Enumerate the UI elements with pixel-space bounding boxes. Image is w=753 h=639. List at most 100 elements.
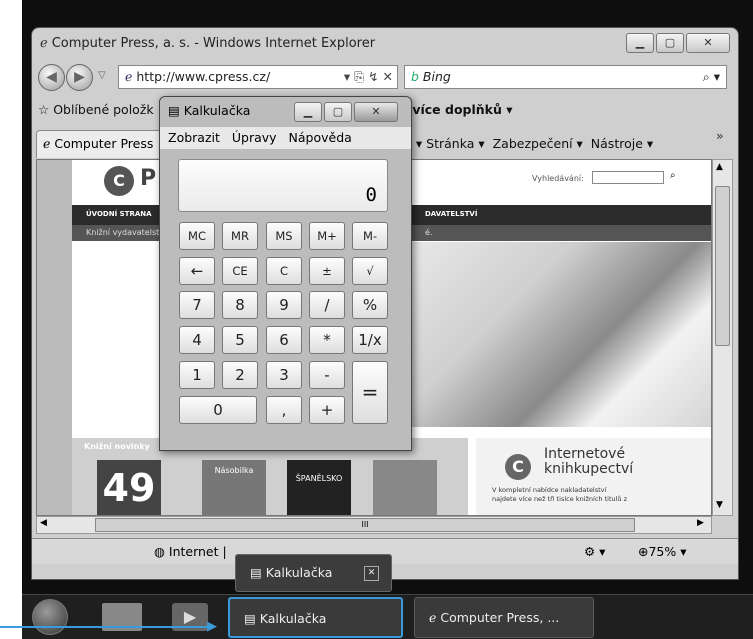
book-cover-3[interactable]: ŠPANĚLSKO [287,460,351,515]
cpress-logo-icon: C [104,166,134,196]
key-m-minus[interactable]: M- [352,222,388,250]
scroll-right-icon[interactable]: ▶ [697,518,704,528]
tools-menu[interactable]: Nástroje ▾ [591,136,653,151]
key-m-plus[interactable]: M+ [309,222,345,250]
protected-mode-icon[interactable]: ⚙ ▾ [584,544,605,559]
key-7[interactable]: 7 [179,291,215,319]
taskbar-calculator-button[interactable]: ▤ Kalkulačka [228,597,403,638]
maximize-button[interactable]: ▢ [656,33,684,53]
menu-help[interactable]: Nápověda [289,130,352,145]
calculator-title: Kalkulačka [183,103,251,118]
key-multiply[interactable]: * [309,326,345,354]
site-search-label: Vyhledávání: [532,174,584,183]
key-3[interactable]: 3 [266,361,302,389]
site-search-input[interactable] [592,171,664,184]
shop-logo-icon: C [505,454,531,480]
zoom-control[interactable]: ⊕75% ▾ [638,544,687,559]
key-1[interactable]: 1 [179,361,215,389]
history-dropdown-icon[interactable]: ▽ [98,70,106,81]
key-backspace[interactable]: ← [179,257,215,285]
browser-tab[interactable]: ℯ Computer Press [36,130,166,158]
command-bar: ⌂ ▾ Stránka ▾ Zabezpečení ▾ Nástroje ▾ [404,136,653,151]
key-0[interactable]: 0 [179,396,257,424]
safety-menu[interactable]: Zabezpečení ▾ [493,136,583,151]
search-box[interactable]: b Bing ⌕ ▾ [404,65,727,89]
key-c[interactable]: C [266,257,302,285]
key-minus[interactable]: - [309,361,345,389]
key-ce[interactable]: CE [222,257,258,285]
key-plus[interactable]: + [309,396,345,424]
key-percent[interactable]: % [352,291,388,319]
page-icon: ℯ [125,69,137,84]
key-9[interactable]: 9 [266,291,302,319]
book-cover-4[interactable] [373,460,437,515]
calc-maximize-button[interactable]: ▢ [324,102,352,122]
thumb-close-icon[interactable]: ✕ [364,566,379,581]
internet-zone: ◍ Internet | [154,544,227,559]
key-decimal[interactable]: , [266,396,302,424]
key-5[interactable]: 5 [222,326,258,354]
nav-home[interactable]: ÚVODNÍ STRANA [86,210,152,218]
taskbar-calc-icon: ▤ [244,611,260,626]
search-icon[interactable]: ⌕ ▾ [703,66,726,88]
scroll-up-icon[interactable]: ▲ [716,162,723,172]
callout-arrow-icon: ▶ [207,619,217,634]
key-4[interactable]: 4 [179,326,215,354]
minimize-button[interactable]: ▁ [626,33,654,53]
ie-icon: ℯ [40,36,48,51]
horizontal-scrollbar[interactable]: ◀ III ▶ [36,516,712,534]
more-addons-link[interactable]: t více doplňků ▾ [402,102,513,117]
favorites-bar[interactable]: ☆ Oblíbené položk [38,102,154,117]
book-cover-1[interactable]: 49 [97,460,161,515]
zoom-icon: ⊕ [638,544,649,559]
calc-close-button[interactable]: ✕ [354,102,398,122]
taskbar-ie-button[interactable]: ℯ Computer Press, ... [414,597,594,638]
calc-minimize-button[interactable]: ▁ [294,102,322,122]
vertical-scroll-thumb[interactable] [715,186,730,346]
globe-icon: ◍ [154,544,169,559]
taskbar-ie-icon: ℯ [429,610,441,625]
key-equals[interactable]: = [352,361,388,424]
scroll-left-icon[interactable]: ◀ [40,518,47,528]
address-tools-icon[interactable]: ▾ ⎘ ↯ ✕ [344,66,397,88]
horizontal-scroll-thumb[interactable]: III [95,518,635,532]
book-cover-2[interactable]: Násobilka [202,460,266,515]
key-mr[interactable]: MR [222,222,258,250]
ie-title: Computer Press, a. s. - Windows Internet… [51,36,376,51]
key-plus-minus[interactable]: ± [309,257,345,285]
calculator-window: ▤ Kalkulačka ▁ ▢ ✕ Zobrazit Úpravy Nápov… [159,96,412,451]
key-reciprocal[interactable]: 1/x [352,326,388,354]
forward-icon[interactable]: ▶ [66,64,93,91]
menu-edit[interactable]: Úpravy [232,130,277,145]
taskbar-thumbnail[interactable]: ▤ Kalkulačka ✕ [235,554,392,592]
bing-icon: b [411,69,423,84]
cpress-logo: P [140,166,157,191]
key-mc[interactable]: MC [179,222,215,250]
taskbar: ▶ ▤ Kalkulačka ℯ Computer Press, ... [22,594,753,639]
back-icon[interactable]: ◀ [38,64,65,91]
key-6[interactable]: 6 [266,326,302,354]
shop-heading[interactable]: Internetové knihkupectví [544,447,633,477]
key-divide[interactable]: / [309,291,345,319]
calc-display: 0 [178,159,388,212]
sub-nav-left: Knižní vydavatelst [86,228,160,237]
star-icon: ☆ [38,102,54,117]
menu-view[interactable]: Zobrazit [168,130,220,145]
scroll-down-icon[interactable]: ▼ [716,500,723,510]
key-8[interactable]: 8 [222,291,258,319]
chevron-more-icon[interactable]: » [716,128,724,143]
calc-menu-bar: Zobrazit Úpravy Nápověda [160,127,411,149]
start-button-icon[interactable] [32,599,68,635]
close-button[interactable]: ✕ [686,33,730,53]
address-bar[interactable]: ℯ http://www.cpress.cz/ ▾ ⎘ ↯ ✕ [118,65,398,89]
key-sqrt[interactable]: √ [352,257,388,285]
banner-photo [402,242,711,427]
nav-publishing[interactable]: DAVATELSTVÍ [425,210,477,218]
site-search-icon[interactable]: ⌕ [670,170,676,181]
key-2[interactable]: 2 [222,361,258,389]
page-menu[interactable]: Stránka ▾ [426,136,484,151]
key-ms[interactable]: MS [266,222,302,250]
vertical-scrollbar[interactable]: ▲ ▼ [712,159,733,516]
books-label: Knižní novinky [84,442,150,451]
calculator-icon: ▤ [168,103,184,118]
